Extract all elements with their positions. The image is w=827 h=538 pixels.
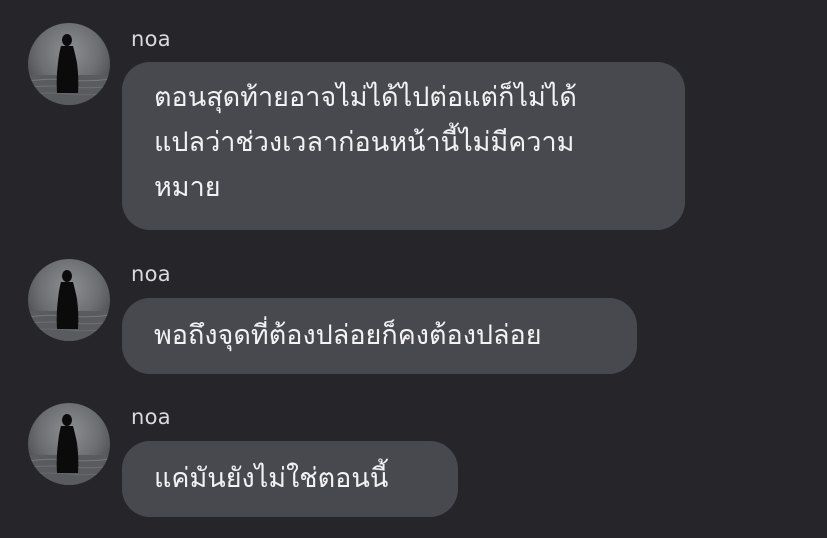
avatar[interactable] [28, 259, 110, 341]
silhouette-avatar-icon [28, 414, 110, 485]
message-text-line: พอถึงจุดที่ต้องปล่อยก็คงต้องปล่อย [154, 320, 542, 351]
message-text-line: แปลว่าช่วงเวลาก่อนหน้านี้ไม่มีความ [154, 127, 575, 158]
sender-name: noa [131, 405, 171, 429]
message-bubble[interactable]: ตอนสุดท้ายอาจไม่ได้ไปต่อแต่ก็ไม่ได้ แปลว… [122, 62, 685, 230]
sender-name: noa [131, 262, 171, 286]
message-text-line: ตอนสุดท้ายอาจไม่ได้ไปต่อแต่ก็ไม่ได้ [154, 82, 577, 113]
avatar[interactable] [28, 403, 110, 485]
silhouette-avatar-icon [28, 34, 110, 105]
message-bubble[interactable]: แค่มันยังไม่ใช่ตอนนี้ [122, 441, 458, 517]
message-text-line: แค่มันยังไม่ใช่ตอนนี้ [154, 463, 389, 494]
avatar[interactable] [28, 23, 110, 105]
sender-name: noa [131, 27, 171, 51]
message-text-line: หมาย [154, 172, 221, 203]
silhouette-avatar-icon [28, 270, 110, 341]
message-bubble[interactable]: พอถึงจุดที่ต้องปล่อยก็คงต้องปล่อย [122, 298, 637, 374]
